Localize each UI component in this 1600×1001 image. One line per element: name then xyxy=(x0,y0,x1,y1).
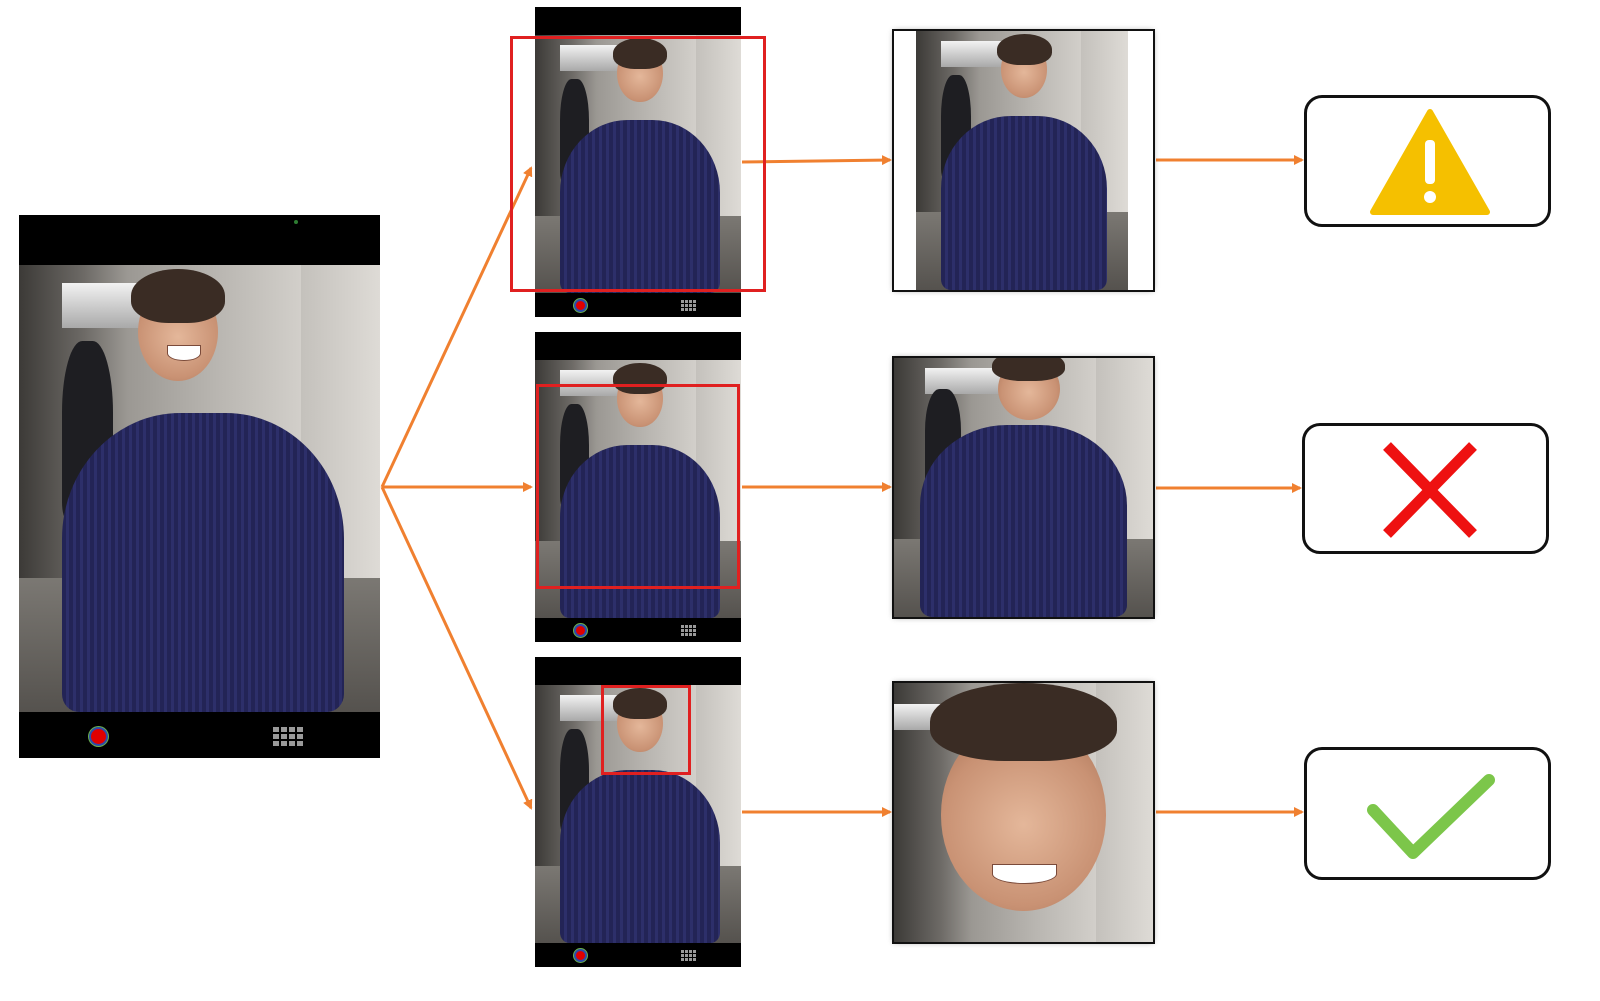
phone-bottom-bar xyxy=(535,293,741,317)
phone-bottom-bar xyxy=(535,943,741,967)
record-button-icon[interactable] xyxy=(576,951,585,960)
crop-pipeline-diagram xyxy=(0,0,1600,1001)
grid-menu-icon[interactable] xyxy=(681,625,696,636)
phone-top-bar xyxy=(535,657,741,685)
phone-photo xyxy=(535,360,741,618)
cropped-thumb-medium xyxy=(894,358,1153,617)
camera-indicator-icon xyxy=(294,220,298,224)
crop-phone-tight xyxy=(535,657,741,967)
grid-menu-icon[interactable] xyxy=(681,950,696,961)
result-box-warning xyxy=(1304,95,1551,227)
crop-phone-medium xyxy=(535,332,741,642)
crop-phone-wide xyxy=(535,7,741,317)
check-icon xyxy=(1367,774,1495,859)
arrow-source-to-crop-3 xyxy=(380,486,533,810)
phone-top-bar xyxy=(535,332,741,360)
phone-photo xyxy=(535,35,741,293)
phone-bottom-bar xyxy=(19,712,380,758)
record-button-icon[interactable] xyxy=(91,729,106,744)
cropped-thumb-tight xyxy=(894,683,1153,942)
phone-photo xyxy=(535,685,741,943)
cropped-thumb-wide xyxy=(894,31,1153,290)
grid-menu-icon[interactable] xyxy=(681,300,696,311)
phone-top-bar xyxy=(19,215,380,265)
record-button-icon[interactable] xyxy=(576,626,585,635)
grid-menu-icon[interactable] xyxy=(273,727,303,746)
phone-top-bar xyxy=(535,7,741,35)
result-box-check xyxy=(1304,747,1551,880)
cross-icon xyxy=(1383,442,1477,538)
record-button-icon[interactable] xyxy=(576,301,585,310)
photo-scene xyxy=(19,265,380,712)
result-box-cross xyxy=(1302,423,1549,554)
phone-bottom-bar xyxy=(535,618,741,642)
source-photo xyxy=(19,265,380,712)
warning-icon xyxy=(1370,109,1490,215)
arrow-crop-1-to-thumb-1 xyxy=(741,155,892,166)
source-phone-frame xyxy=(19,215,380,758)
arrow-source-to-crop-1 xyxy=(380,166,533,488)
